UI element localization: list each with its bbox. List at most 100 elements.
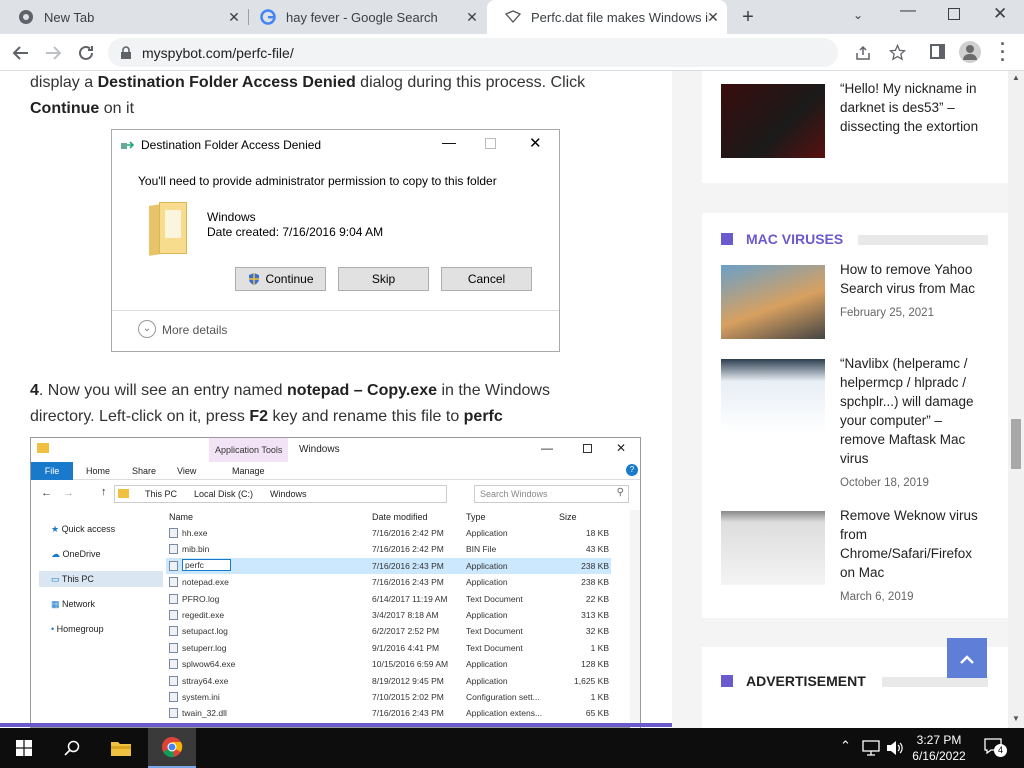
chrome-taskbar-button[interactable] [148,728,196,768]
address-bar[interactable]: myspybot.com/perfc-file/ [108,38,906,67]
volume-icon[interactable] [886,740,904,756]
maximize-icon [583,444,592,453]
file-size: 1,625 KB [574,675,609,686]
nav-homegroup: • Homegroup [51,624,104,634]
ribbon-tab-share: Share [132,466,157,476]
scroll-down-arrow-icon[interactable]: ▼ [1012,714,1020,723]
url-text: myspybot.com/perfc-file/ [142,45,294,61]
notification-center-button[interactable]: 4 [984,738,1007,757]
folder-icon [37,443,49,453]
file-icon [169,528,178,538]
profile-avatar[interactable] [959,41,981,63]
post-thumbnail[interactable] [721,359,825,433]
file-row: sttray64.exe 8/19/2012 9:45 PM Application… [166,673,611,689]
post-title-link[interactable]: “Navlibx (helperamc / helpermcp / hlprad… [840,354,990,468]
file-row: setuperr.log 9/1/2016 4:41 PM Text Documen… [166,640,611,656]
article-body: display a Destination Folder Access Deni… [0,71,672,728]
post-date: March 6, 2019 [840,591,914,603]
scroll-to-top-button[interactable] [947,638,987,678]
dialog-maximize-icon [485,138,496,149]
post-thumbnail[interactable] [721,84,825,158]
post-title-link[interactable]: How to remove Yahoo Search virus from Ma… [840,260,990,298]
section-square-icon [721,233,733,245]
file-size: 128 KB [581,659,609,670]
cancel-button: Cancel [441,267,532,291]
file-explorer-image: Application Tools Windows — ✕ File Home … [30,437,641,728]
file-explorer-taskbar-button[interactable] [96,728,146,768]
browser-toolbar: myspybot.com/perfc-file/ · · · [0,34,1024,71]
post-date: February 25, 2021 [840,307,934,319]
close-tab-icon[interactable]: ✕ [705,9,721,25]
file-date: 6/2/2017 2:52 PM [372,626,440,637]
explorer-search: Search Windows ⚲ [474,485,629,503]
page-scrollbar[interactable]: ▲ ▼ [1008,71,1024,728]
close-window-icon[interactable]: ✕ [993,4,1007,24]
post-title-link[interactable]: “Hello! My nickname in darknet is des53”… [840,79,990,136]
file-icon [169,560,178,571]
file-name: splwow64.exe [182,659,236,670]
tab-google-search[interactable]: hay fever - Google Search ✕ [242,0,486,34]
windows-taskbar: ⌃ 3:27 PM 6/16/2022 4 [0,728,1024,768]
post-thumbnail[interactable] [721,511,825,585]
close-tab-icon[interactable]: ✕ [226,9,242,25]
forward-arrow-icon: → [63,487,74,499]
file-type: Configuration sett... [466,692,540,702]
ribbon-tab-home: Home [86,466,111,476]
file-date: 7/16/2016 2:43 PM [372,577,444,588]
side-panel-icon[interactable] [930,44,945,59]
file-type: Text Document [466,642,523,653]
file-size: 238 KB [581,577,609,588]
file-type: Text Document [466,626,523,637]
file-size: 22 KB [585,593,609,604]
menu-kebab-icon[interactable]: · · · [1000,35,1006,69]
chrome-icon [19,10,33,24]
page-viewport: display a Destination Folder Access Deni… [0,71,1008,728]
minimize-icon[interactable]: — [900,2,920,26]
network-icon[interactable] [862,740,880,756]
tab-strip: New Tab ✕ hay fever - Google Search ✕ Pe… [0,0,1024,34]
file-date: 7/10/2015 2:02 PM [372,692,444,702]
post-title-link[interactable]: Remove Weknow virus from Chrome/Safari/F… [840,506,990,582]
file-name: notepad.exe [182,577,229,588]
bookmark-star-icon[interactable] [889,44,906,61]
file-date: 7/16/2016 2:42 PM [372,544,444,555]
new-tab-button[interactable]: + [737,6,759,28]
restore-icon[interactable] [948,8,960,20]
reload-button[interactable] [73,40,99,66]
explorer-nav-pane: ★ Quick access ☁ OneDrive ▭ This PC ▦ Ne… [31,508,163,728]
dialog-item-name: Windows [207,210,256,224]
file-name: setuperr.log [182,642,227,653]
dialog-item-date: Date created: 7/16/2016 9:04 AM [207,225,384,239]
system-clock[interactable]: 3:27 PM 6/16/2022 [906,732,972,764]
file-type: Application [466,560,508,571]
file-name: perfc [182,558,231,571]
file-icon [169,626,178,637]
reading-progress-bar [0,723,672,727]
file-size: 32 KB [585,626,609,637]
chevron-up-icon [960,655,974,664]
search-button[interactable] [48,728,96,768]
forward-button[interactable] [40,40,66,66]
scrollbar-thumb[interactable] [1011,419,1021,469]
post-thumbnail[interactable] [721,265,825,339]
paragraph-step-4: 4. Now you will see an entry named notep… [30,382,550,425]
file-date: 7/16/2016 2:43 PM [372,560,444,571]
file-type: Application [466,528,508,538]
file-type: Text Document [466,593,523,604]
tab-perfc-article[interactable]: Perfc.dat file makes Windows im ✕ [487,0,727,34]
start-button[interactable] [0,728,48,768]
notification-count-badge: 4 [994,744,1007,757]
close-tab-icon[interactable]: ✕ [464,9,480,25]
tab-search-chevron-icon[interactable]: ⌄ [853,8,863,22]
continue-button: Continue [235,267,326,291]
show-hidden-icons-chevron-icon[interactable]: ⌃ [840,738,851,754]
share-icon[interactable] [855,45,871,61]
tab-new-tab[interactable]: New Tab ✕ [0,0,248,34]
back-arrow-icon: ← [41,487,52,499]
scroll-up-arrow-icon[interactable]: ▲ [1012,73,1020,82]
file-date: 7/16/2016 2:43 PM [372,708,444,719]
sidebar-card-top: “Hello! My nickname in darknet is des53”… [702,71,1008,183]
arrow-left-icon [12,46,28,60]
skip-button: Skip [338,267,429,291]
back-button[interactable] [8,40,34,66]
